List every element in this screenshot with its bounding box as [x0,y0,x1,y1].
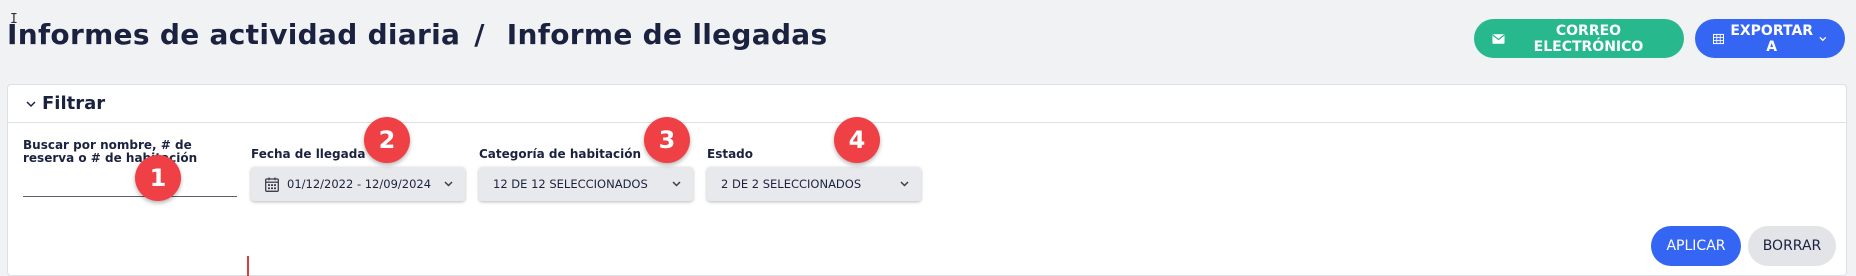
filter-panel: Filtrar Buscar por nombre, # de reserva … [7,84,1847,276]
breadcrumb-parent[interactable]: Informes de actividad diaria [7,18,460,51]
chevron-down-icon [444,181,453,187]
filter-actions: APLICAR BORRAR [1651,226,1836,266]
annotation-badge-3: 3 [644,117,690,163]
annotation-badge-2: 2 [364,117,410,163]
annotation-badge-1: 1 [135,155,181,201]
breadcrumb-separator: / [474,18,485,51]
status-value: 2 DE 2 SELECCIONADOS [721,177,862,191]
search-input[interactable] [23,175,237,197]
chevron-down-icon [900,181,909,187]
apply-button[interactable]: APLICAR [1651,226,1741,266]
email-button[interactable]: CORREO ELECTRÓNICO [1474,19,1684,58]
room-category-value: 12 DE 12 SELECCIONADOS [493,177,648,191]
status-select[interactable]: 2 DE 2 SELECCIONADOS [707,167,921,201]
arrival-date-picker[interactable]: 01/12/2022 - 12/09/2024 [251,167,465,201]
envelope-icon [1492,33,1505,44]
status-label: Estado [707,147,754,161]
filter-toggle[interactable]: Filtrar [8,85,1846,123]
top-actions: CORREO ELECTRÓNICO EXPORTAR A [1474,19,1845,58]
table-icon [1713,33,1724,44]
search-field: Buscar por nombre, # de reserva o # de h… [23,139,237,197]
calendar-icon [265,177,279,192]
clear-button[interactable]: BORRAR [1748,226,1836,266]
filter-title: Filtrar [42,93,106,114]
email-button-label: CORREO ELECTRÓNICO [1533,22,1644,55]
page-title: Informe de llegadas [506,18,828,51]
arrival-date-value: 01/12/2022 - 12/09/2024 [287,177,432,191]
search-label: Buscar por nombre, # de reserva o # de h… [23,138,198,165]
room-category-label: Categoría de habitación [479,147,642,161]
export-button-label: EXPORTAR A [1730,22,1814,55]
chevron-down-icon [1819,36,1827,41]
chevron-down-icon [26,100,36,107]
red-marker [247,256,249,276]
chevron-down-icon [672,181,681,187]
arrival-date-label: Fecha de llegada [251,147,366,161]
breadcrumb: Informes de actividad diaria / Informe d… [7,18,827,51]
room-category-select[interactable]: 12 DE 12 SELECCIONADOS [479,167,693,201]
export-button[interactable]: EXPORTAR A [1695,19,1845,58]
annotation-badge-4: 4 [834,117,880,163]
